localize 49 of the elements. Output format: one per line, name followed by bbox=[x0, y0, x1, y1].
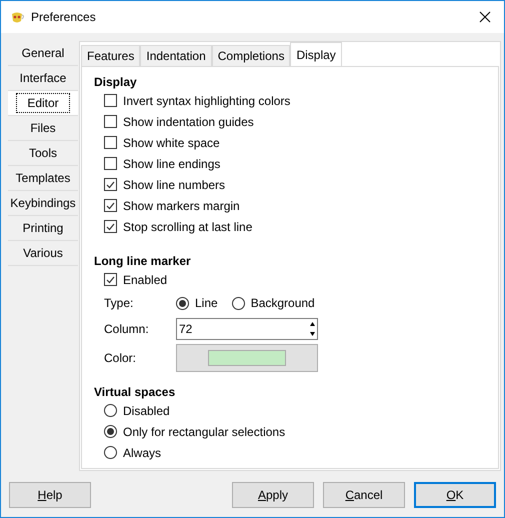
dialog-button[interactable]: Help bbox=[9, 482, 91, 508]
checkbox[interactable] bbox=[104, 220, 117, 233]
option-label: Always bbox=[123, 444, 162, 462]
option-label: Line bbox=[195, 295, 218, 312]
tab[interactable]: Display bbox=[290, 42, 342, 67]
checkbox[interactable] bbox=[104, 94, 117, 107]
checkbox[interactable] bbox=[104, 273, 117, 286]
dialog-button[interactable]: Cancel bbox=[323, 482, 405, 508]
option-label: Invert syntax highlighting colors bbox=[123, 92, 290, 110]
sidebar-item[interactable]: Editor bbox=[8, 91, 78, 116]
tab[interactable]: Completions bbox=[212, 45, 290, 67]
option-label: Stop scrolling at last line bbox=[123, 218, 252, 236]
radio-button[interactable] bbox=[104, 425, 117, 438]
checkbox[interactable] bbox=[104, 136, 117, 149]
dialog-button[interactable]: Apply bbox=[232, 482, 314, 508]
check-icon bbox=[106, 202, 115, 210]
section-heading: Display bbox=[94, 75, 138, 90]
option-label: Enabled bbox=[123, 272, 168, 288]
field-label: Column: bbox=[104, 320, 150, 338]
check-icon bbox=[106, 222, 115, 230]
option-label: Show line numbers bbox=[123, 176, 226, 194]
check-icon bbox=[106, 276, 115, 284]
close-icon[interactable] bbox=[479, 11, 491, 23]
field-label: Type: bbox=[104, 295, 134, 312]
section-heading: Virtual spaces bbox=[94, 384, 176, 400]
dialog-button[interactable]: OK bbox=[414, 482, 496, 508]
radio-button[interactable] bbox=[104, 404, 117, 417]
check-icon bbox=[106, 180, 115, 188]
color-button[interactable] bbox=[176, 344, 318, 372]
option-label: Disabled bbox=[123, 402, 170, 420]
checkbox[interactable] bbox=[104, 115, 117, 128]
option-label: Background bbox=[250, 295, 315, 312]
checkbox[interactable] bbox=[104, 157, 117, 170]
radio-button[interactable] bbox=[104, 446, 117, 459]
checkbox[interactable] bbox=[104, 199, 117, 212]
radio-button[interactable] bbox=[232, 296, 245, 310]
option-label: Show markers margin bbox=[123, 198, 240, 214]
field-label: Color: bbox=[104, 350, 138, 366]
option-label: Show indentation guides bbox=[123, 114, 254, 130]
window-title: Preferences bbox=[31, 9, 96, 26]
checkbox[interactable] bbox=[104, 178, 117, 191]
radio-button[interactable] bbox=[176, 296, 189, 310]
tab[interactable]: Features bbox=[81, 45, 140, 67]
option-label: Show white space bbox=[123, 134, 220, 152]
section-heading: Long line marker bbox=[94, 253, 192, 269]
column-spinbox[interactable]: 72 bbox=[176, 318, 318, 340]
option-label: Only for rectangular selections bbox=[123, 424, 286, 440]
option-label: Show line endings bbox=[123, 156, 220, 172]
tab[interactable]: Indentation bbox=[140, 45, 212, 67]
